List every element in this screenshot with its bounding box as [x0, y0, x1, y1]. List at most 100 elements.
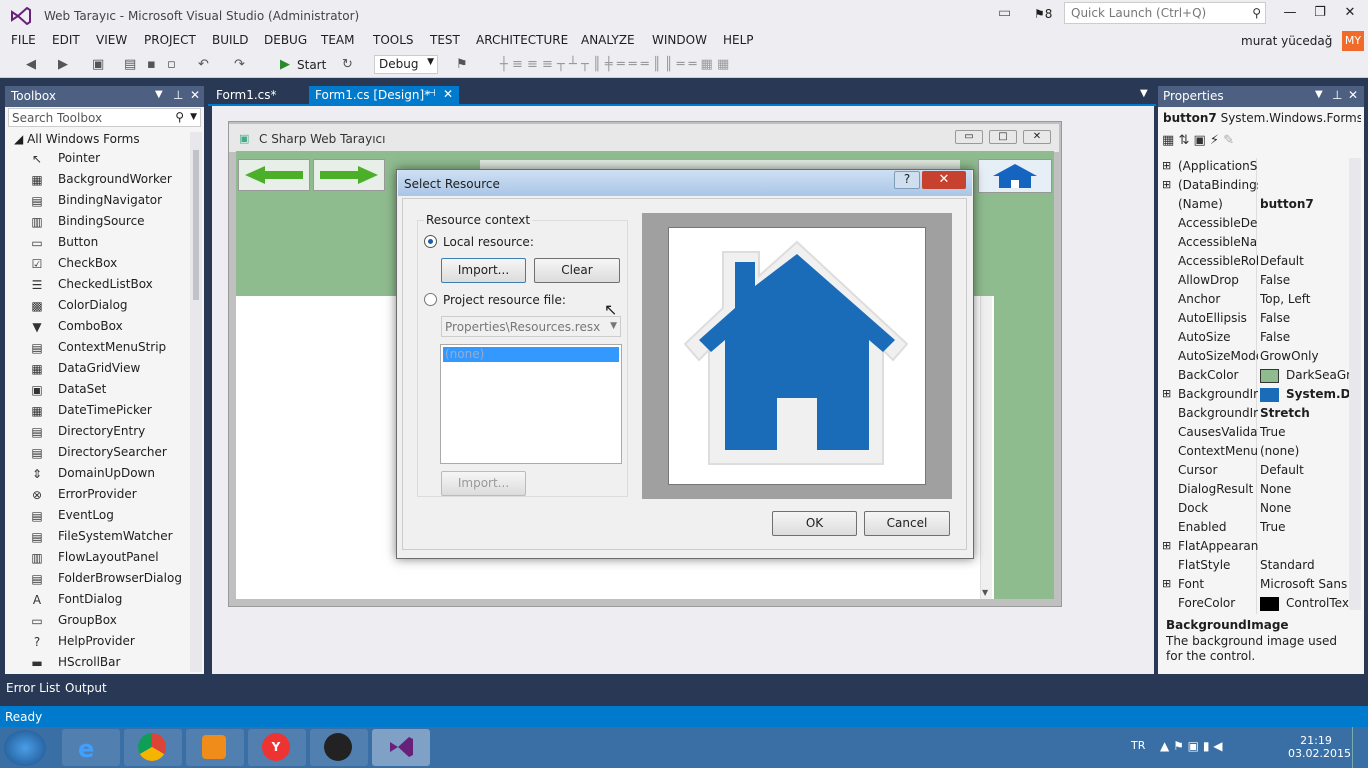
property-row[interactable]: AutoSize False [1158, 329, 1358, 348]
properties-scrollbar[interactable] [1349, 158, 1361, 610]
forward-icon[interactable]: ▶ [58, 57, 68, 72]
toolbox-item[interactable]: ▼ ComboBox [30, 318, 190, 339]
property-row[interactable]: ⊞ (DataBindings) [1158, 177, 1358, 196]
open-file-icon[interactable]: ▤ [124, 57, 136, 72]
property-value[interactable]: Default [1260, 463, 1356, 477]
property-value[interactable]: False [1260, 273, 1356, 287]
property-row[interactable]: ⊞ (ApplicationSe [1158, 158, 1358, 177]
menu-analyze[interactable]: ANALYZE [581, 33, 635, 47]
expand-icon[interactable]: ⊞ [1162, 577, 1171, 590]
local-resource-radio[interactable] [424, 235, 437, 248]
property-row[interactable]: CausesValidati True [1158, 424, 1358, 443]
property-row[interactable]: ContextMenuS (none) [1158, 443, 1358, 462]
toolbox-group-header[interactable]: ◢ All Windows Forms [14, 132, 140, 146]
toolbox-item[interactable]: ▤ ContextMenuStrip [30, 339, 190, 360]
find-icon[interactable]: ⚑ [456, 57, 468, 72]
property-row[interactable]: BackgroundIm Stretch [1158, 405, 1358, 424]
avatar[interactable]: MY [1342, 31, 1364, 51]
property-row[interactable]: (Name) button7 [1158, 196, 1358, 215]
menu-view[interactable]: VIEW [96, 33, 127, 47]
property-value[interactable]: Default [1260, 254, 1356, 268]
tab-form1-design[interactable]: Form1.cs [Design]* ⊣ ✕ [309, 86, 459, 106]
configuration-select[interactable]: Debug ▼ [374, 55, 438, 74]
property-row[interactable]: ⊞ FlatAppearanc [1158, 538, 1358, 557]
tab-error-list[interactable]: Error List [6, 681, 60, 695]
property-row[interactable]: AccessibleRole Default [1158, 253, 1358, 272]
minimize-button[interactable]: — [1280, 5, 1300, 20]
tab-output[interactable]: Output [65, 681, 107, 695]
toolbox-item[interactable]: ▬ HScrollBar [30, 654, 190, 675]
menu-build[interactable]: BUILD [212, 33, 248, 47]
property-value[interactable]: Microsoft Sans S [1260, 577, 1356, 591]
list-item[interactable]: (none) [443, 347, 619, 362]
property-value[interactable]: GrowOnly [1260, 349, 1356, 363]
user-name[interactable]: murat yücedağ [1241, 34, 1332, 48]
refresh-icon[interactable]: ↻ [342, 57, 353, 72]
property-row[interactable]: ⊞ BackgroundIm System.Dr [1158, 386, 1358, 405]
property-row[interactable]: AutoEllipsis False [1158, 310, 1358, 329]
project-resource-label[interactable]: Project resource file: [443, 293, 566, 307]
start-button[interactable]: Start [297, 58, 326, 72]
internet-explorer-icon[interactable]: e [62, 729, 120, 766]
properties-icon[interactable]: ▣ [1193, 133, 1205, 148]
property-value[interactable]: Top, Left [1260, 292, 1356, 306]
expand-icon[interactable]: ⊞ [1162, 539, 1171, 552]
resource-list[interactable]: (none) [440, 344, 622, 464]
property-value[interactable]: True [1260, 425, 1356, 439]
toolbox-item[interactable]: ▭ GroupBox [30, 612, 190, 633]
toolbox-item[interactable]: ☰ CheckedListBox [30, 276, 190, 297]
expand-icon[interactable]: ⊞ [1162, 159, 1171, 172]
menu-edit[interactable]: EDIT [52, 33, 80, 47]
toolbox-item[interactable]: ▭ Button [30, 234, 190, 255]
obs-icon[interactable] [310, 729, 368, 766]
menu-architecture[interactable]: ARCHITECTURE [476, 33, 568, 47]
property-row[interactable]: ⊞ Font Microsoft Sans S [1158, 576, 1358, 595]
flag-count[interactable]: ⚑8 [1034, 7, 1052, 21]
toolbox-item[interactable]: ▣ DataSet [30, 381, 190, 402]
toolbox-item[interactable]: ▤ FolderBrowserDialog [30, 570, 190, 591]
undo-icon[interactable]: ↶ [198, 57, 209, 72]
toolbox-item[interactable]: ▤ FileSystemWatcher [30, 528, 190, 549]
property-value[interactable]: False [1260, 330, 1356, 344]
close-tab-icon[interactable]: ✕ [443, 87, 453, 101]
toolbox-item[interactable]: ⇕ DomainUpDown [30, 465, 190, 486]
alphabetical-icon[interactable]: ⇅ [1178, 133, 1189, 148]
property-row[interactable]: Anchor Top, Left [1158, 291, 1358, 310]
property-row[interactable]: AccessibleDesc [1158, 215, 1358, 234]
property-row[interactable]: AutoSizeMode GrowOnly [1158, 348, 1358, 367]
close-panel-icon[interactable]: ✕ [1348, 88, 1358, 102]
property-row[interactable]: AllowDrop False [1158, 272, 1358, 291]
back-icon[interactable]: ◀ [26, 57, 36, 72]
events-icon[interactable]: ⚡ [1210, 133, 1219, 148]
restore-button[interactable]: ❐ [1310, 5, 1330, 20]
chrome-icon[interactable] [124, 729, 182, 766]
menu-test[interactable]: TEST [430, 33, 460, 47]
categorized-icon[interactable]: ▦ [1162, 133, 1174, 148]
menu-tools[interactable]: TOOLS [373, 33, 414, 47]
menu-file[interactable]: FILE [11, 33, 36, 47]
chevron-down-icon[interactable]: ▼ [190, 112, 197, 122]
property-row[interactable]: FlatStyle Standard [1158, 557, 1358, 576]
tab-form1-cs[interactable]: Form1.cs* [210, 86, 283, 106]
start-orb-icon[interactable] [4, 730, 46, 766]
visual-studio-taskbar-icon[interactable] [372, 729, 430, 766]
home-button[interactable] [978, 159, 1052, 193]
show-hidden-icons-icon[interactable]: ▲ [1160, 739, 1169, 753]
toolbox-item[interactable]: ☑ CheckBox [30, 255, 190, 276]
close-panel-icon[interactable]: ✕ [190, 88, 200, 102]
toolbox-item[interactable]: ▥ FlowLayoutPanel [30, 549, 190, 570]
toolbox-item[interactable]: ▦ DateTimePicker [30, 402, 190, 423]
property-row[interactable]: AccessibleNam [1158, 234, 1358, 253]
property-row[interactable]: BackColor DarkSeaGre [1158, 367, 1358, 386]
pin-icon[interactable]: ⊥ [173, 88, 183, 102]
scrollbar-thumb[interactable] [193, 150, 199, 300]
property-row[interactable]: Dock None [1158, 500, 1358, 519]
pin-icon[interactable]: ⊥ [1332, 88, 1342, 102]
menu-debug[interactable]: DEBUG [264, 33, 307, 47]
media-player-icon[interactable] [186, 729, 244, 766]
show-desktop-button[interactable] [1352, 727, 1368, 768]
dialog-help-button[interactable]: ? [894, 171, 920, 189]
toolbox-scrollbar[interactable] [190, 132, 202, 672]
property-row[interactable]: DialogResult None [1158, 481, 1358, 500]
toolbox-item[interactable]: ▥ BindingSource [30, 213, 190, 234]
